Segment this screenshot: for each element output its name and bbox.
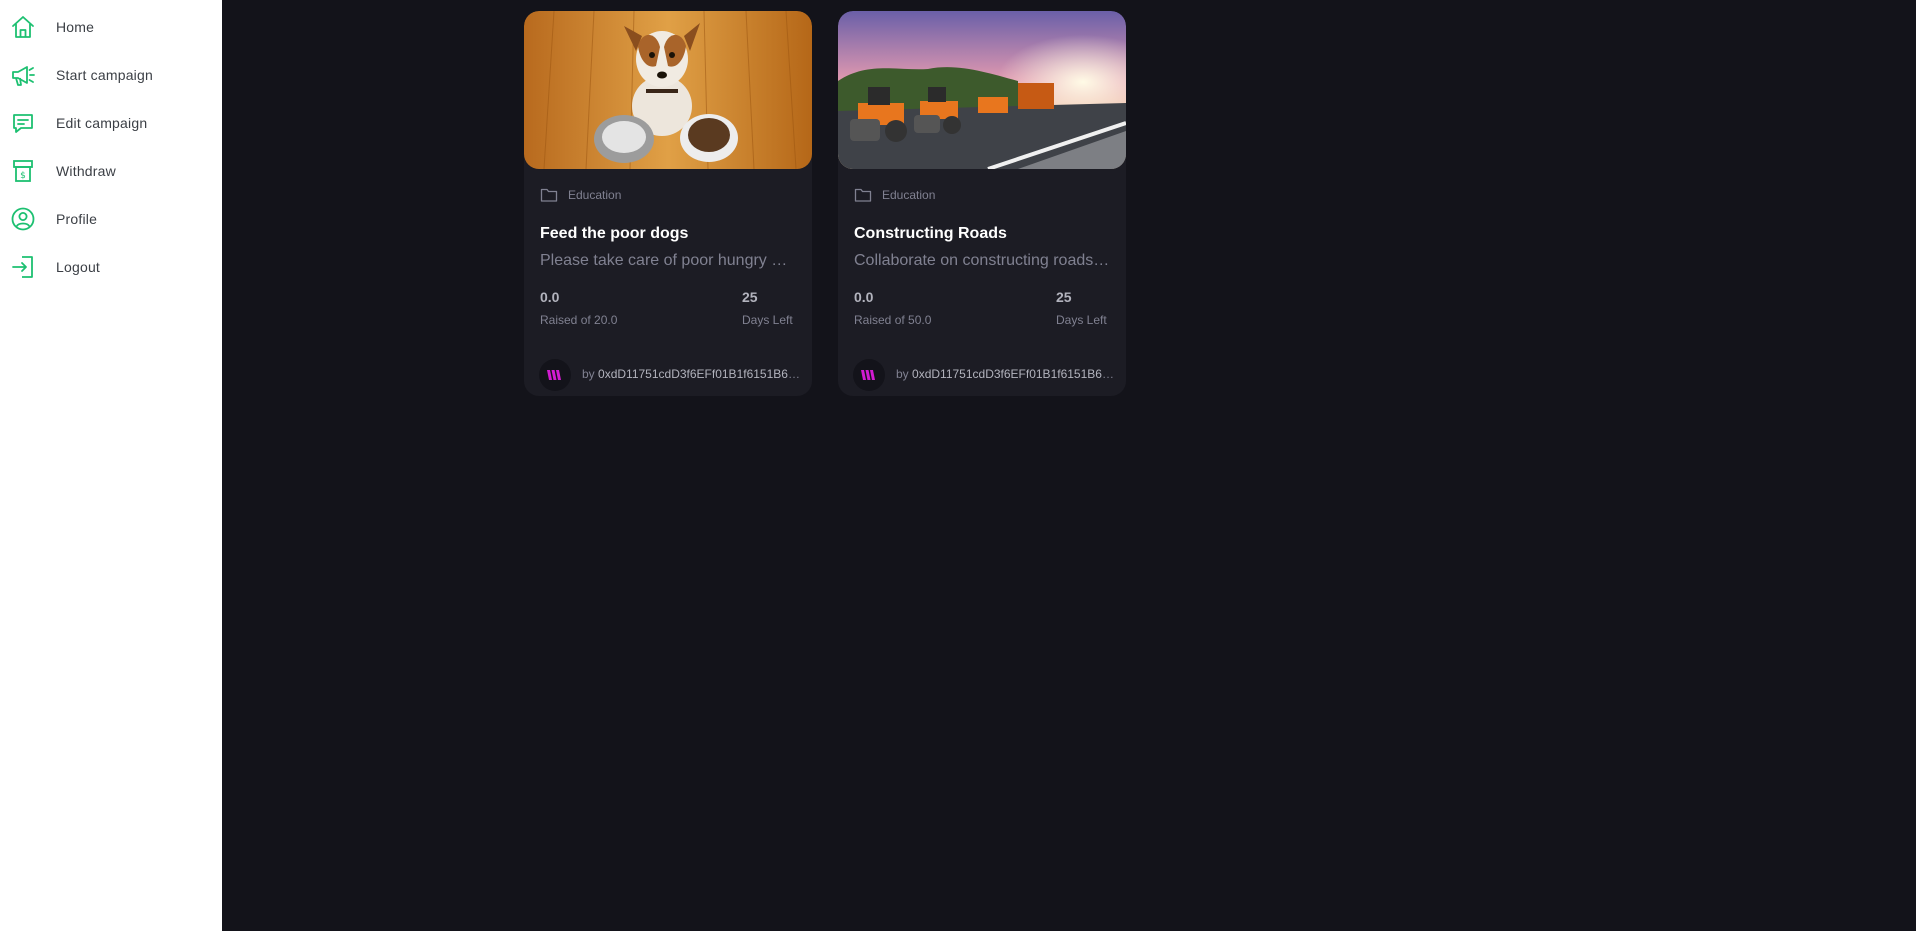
owner-address: 0xdD11751cdD3f6EFf01B1f6151B64ad67d27d4a…	[598, 367, 804, 381]
sidebar-item-label: Start campaign	[56, 67, 153, 83]
owner-prefix: by	[582, 367, 595, 381]
days-left-value: 25	[742, 289, 758, 305]
campaign-owner: by 0xdD11751cdD3f6EFf01B1f6151B64ad67d27…	[896, 367, 1118, 381]
campaign-image-road	[838, 11, 1126, 169]
sidebar-item-label: Home	[56, 19, 95, 35]
amount-raised: 0.0	[854, 289, 874, 305]
campaign-image-dog	[524, 11, 812, 169]
owner-prefix: by	[896, 367, 909, 381]
owner-avatar	[853, 359, 885, 391]
sidebar-item-label: Edit campaign	[56, 115, 148, 131]
amount-raised: 0.0	[540, 289, 560, 305]
campaign-owner: by 0xdD11751cdD3f6EFf01B1f6151B64ad67d27…	[582, 367, 804, 381]
thirdweb-logo-icon	[547, 370, 561, 380]
user-circle-icon	[11, 207, 35, 231]
sidebar-item-logout[interactable]: Logout	[0, 243, 222, 291]
svg-text:$: $	[20, 171, 26, 181]
campaign-category: Education	[568, 188, 622, 202]
campaign-description: Please take care of poor hungry dogs	[540, 252, 796, 269]
campaign-card[interactable]: Education Feed the poor dogs Please take…	[524, 11, 812, 396]
sidebar-item-label: Profile	[56, 211, 98, 227]
sidebar-item-start-campaign[interactable]: Start campaign	[0, 51, 222, 99]
sidebar-item-profile[interactable]: Profile	[0, 195, 222, 243]
megaphone-icon	[12, 66, 35, 86]
main-content: Education Feed the poor dogs Please take…	[222, 0, 1916, 931]
folder-icon	[854, 188, 872, 202]
days-left-label: Days Left	[742, 313, 793, 327]
days-left-label: Days Left	[1056, 313, 1107, 327]
sidebar-item-home[interactable]: Home	[0, 3, 222, 51]
sidebar-item-label: Withdraw	[56, 163, 116, 179]
campaign-card[interactable]: Education Constructing Roads Collaborate…	[838, 11, 1126, 396]
owner-avatar	[539, 359, 571, 391]
raised-target-label: Raised of 20.0	[540, 313, 618, 327]
raised-target-label: Raised of 50.0	[854, 313, 932, 327]
folder-icon	[540, 188, 558, 202]
campaign-title: Feed the poor dogs	[540, 225, 689, 242]
days-left-value: 25	[1056, 289, 1072, 305]
campaign-category: Education	[882, 188, 936, 202]
logout-icon	[12, 256, 33, 278]
dollar-box-icon: $	[13, 160, 33, 182]
campaign-description: Collaborate on constructing roads for th…	[854, 252, 1110, 269]
sidebar-item-label: Logout	[56, 259, 101, 275]
thirdweb-logo-icon	[861, 370, 875, 380]
sidebar: Home Start campaign Edit campaign $ With…	[0, 0, 222, 931]
message-edit-icon	[13, 114, 33, 133]
campaign-title: Constructing Roads	[854, 225, 1007, 242]
sidebar-item-edit-campaign[interactable]: Edit campaign	[0, 99, 222, 147]
sidebar-item-withdraw[interactable]: $ Withdraw	[0, 147, 222, 195]
home-icon	[12, 16, 34, 38]
owner-address: 0xdD11751cdD3f6EFf01B1f6151B64ad67d27d4a…	[912, 367, 1118, 381]
